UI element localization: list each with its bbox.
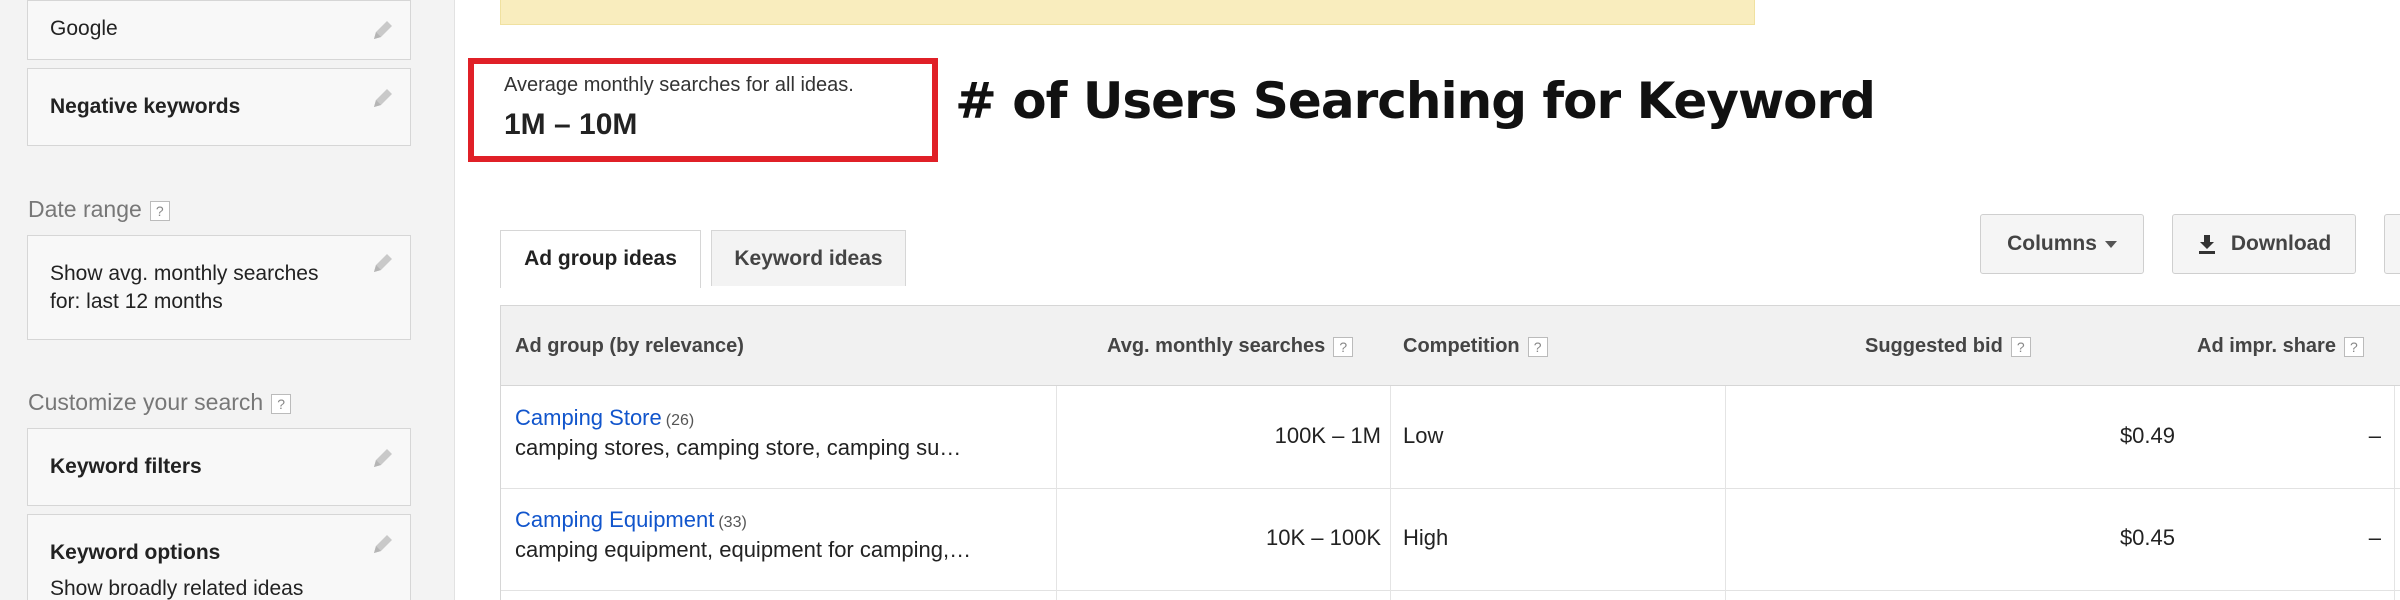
ad-group-ideas-table: Ad group (by relevance) Avg. monthly sea… bbox=[500, 305, 2400, 600]
column-divider bbox=[1725, 386, 1726, 600]
col-header-ad-impr-share-label: Ad impr. share bbox=[2197, 335, 2336, 357]
columns-label: Columns bbox=[2007, 232, 2097, 255]
col-header-ad-group[interactable]: Ad group (by relevance) bbox=[515, 306, 744, 386]
avg-searches-value: 100K – 1M bbox=[1274, 423, 1381, 448]
help-icon[interactable]: ? bbox=[1333, 336, 1354, 357]
help-icon[interactable]: ? bbox=[271, 393, 292, 414]
keyword-options-label: Keyword options bbox=[50, 541, 221, 564]
suggested-bid-value: $0.49 bbox=[2119, 423, 2175, 448]
help-icon[interactable]: ? bbox=[1527, 336, 1548, 357]
help-icon[interactable]: ? bbox=[149, 200, 170, 221]
col-header-avg-searches-label: Avg. monthly searches bbox=[1107, 335, 1326, 357]
customize-heading-text: Customize your search bbox=[28, 389, 264, 415]
col-header-suggested-bid-label: Suggested bid bbox=[1865, 335, 2003, 357]
ad-group-cell: Camping Store (26) bbox=[515, 405, 694, 431]
keyword-filters-setting[interactable]: Keyword filters bbox=[27, 428, 411, 506]
pencil-icon[interactable] bbox=[370, 17, 396, 43]
col-header-ad-group-label: Ad group (by relevance) bbox=[515, 335, 744, 357]
ad-group-keywords: camping stores, camping store, camping s… bbox=[515, 435, 962, 460]
col-header-suggested-bid[interactable]: Suggested bid? bbox=[1865, 306, 2031, 386]
pencil-icon[interactable] bbox=[370, 250, 396, 276]
help-icon[interactable]: ? bbox=[2010, 336, 2031, 357]
more-toolbar-button[interactable] bbox=[2384, 214, 2400, 274]
pencil-icon[interactable] bbox=[370, 531, 396, 557]
sidebar: Google Negative keywords Date range? Sho… bbox=[0, 0, 455, 600]
ad-impr-share-value: – bbox=[2368, 525, 2381, 550]
help-icon[interactable]: ? bbox=[2343, 336, 2364, 357]
column-divider bbox=[2394, 386, 2395, 600]
col-header-competition-label: Competition bbox=[1403, 335, 1520, 357]
date-range-line1: Show avg. monthly searches bbox=[50, 262, 319, 285]
tab-keyword-ideas[interactable]: Keyword ideas bbox=[711, 230, 906, 286]
network-setting[interactable]: Google bbox=[27, 0, 411, 60]
negative-keywords-setting[interactable]: Negative keywords bbox=[27, 68, 411, 146]
col-header-avg-searches[interactable]: Avg. monthly searches? bbox=[1107, 306, 1354, 386]
keyword-filters-label: Keyword filters bbox=[50, 455, 202, 478]
summary-value: 1M – 10M bbox=[504, 108, 638, 141]
negative-keywords-label: Negative keywords bbox=[50, 95, 241, 118]
table-row: Camping Equipment (33) camping equipment,… bbox=[501, 489, 2400, 591]
keyword-options-value: Show broadly related ideas bbox=[50, 577, 304, 600]
competition-value: Low bbox=[1403, 423, 1444, 448]
competition-value: High bbox=[1403, 525, 1449, 550]
annotation-caption: # of Users Searching for Keyword bbox=[955, 72, 1876, 130]
date-range-heading-text: Date range bbox=[28, 196, 142, 222]
date-range-line2: for: last 12 months bbox=[50, 290, 223, 313]
ad-impr-share-value: – bbox=[2368, 423, 2381, 448]
download-label: Download bbox=[2230, 232, 2332, 255]
chevron-down-icon bbox=[2104, 240, 2117, 248]
keyword-count: (33) bbox=[718, 514, 747, 531]
notice-banner bbox=[500, 0, 1755, 25]
suggested-bid-value: $0.45 bbox=[2119, 525, 2175, 550]
keyword-options-setting[interactable]: Keyword options Show broadly related ide… bbox=[27, 514, 411, 600]
ad-group-keywords: camping equipment, equipment for camping… bbox=[515, 537, 972, 562]
col-header-ad-impr-share[interactable]: Ad impr. share? bbox=[2197, 306, 2364, 386]
network-value: Google bbox=[50, 17, 118, 40]
table-row: Camping Store (26) camping stores, campin… bbox=[501, 387, 2400, 489]
col-header-competition[interactable]: Competition? bbox=[1403, 306, 1548, 386]
ad-group-link[interactable]: Camping Store bbox=[515, 405, 662, 430]
customize-heading: Customize your search? bbox=[28, 389, 292, 416]
average-searches-summary: Average monthly searches for all ideas. … bbox=[468, 58, 938, 162]
download-button[interactable]: Download bbox=[2172, 214, 2356, 274]
summary-label: Average monthly searches for all ideas. bbox=[504, 74, 854, 96]
date-range-heading: Date range? bbox=[28, 196, 170, 223]
ad-group-link[interactable]: Camping Equipment bbox=[515, 507, 714, 532]
columns-button[interactable]: Columns bbox=[1980, 214, 2144, 274]
keyword-count: (26) bbox=[665, 412, 695, 429]
pencil-icon[interactable] bbox=[370, 445, 396, 471]
tab-ad-group-ideas[interactable]: Ad group ideas bbox=[500, 230, 701, 288]
table-header: Ad group (by relevance) Avg. monthly sea… bbox=[501, 306, 2400, 386]
download-icon bbox=[2198, 235, 2215, 255]
ad-group-cell: Camping Equipment (33) bbox=[515, 507, 747, 533]
avg-searches-value: 10K – 100K bbox=[1266, 525, 1381, 550]
pencil-icon[interactable] bbox=[370, 85, 396, 111]
date-range-setting[interactable]: Show avg. monthly searches for: last 12 … bbox=[27, 235, 411, 340]
column-divider bbox=[1056, 386, 1057, 600]
column-divider bbox=[1390, 386, 1391, 600]
